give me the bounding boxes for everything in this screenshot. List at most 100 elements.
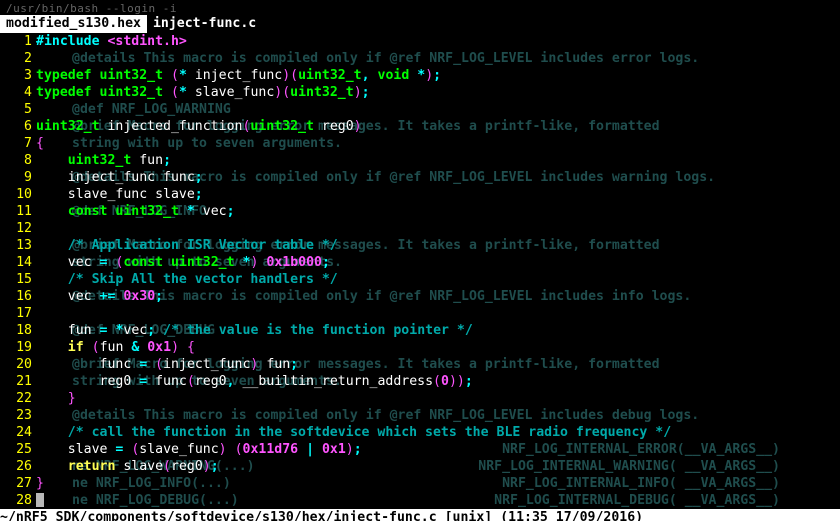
code-line[interactable]: 23@details This macro is compiled only i… (0, 407, 840, 424)
code-line[interactable]: 3typedef uint32_t (* inject_func)(uint32… (0, 67, 840, 84)
code-content[interactable]: @details This macro is compiled only if … (36, 288, 840, 305)
code-line[interactable]: 11@def NRF_LOG_INFO const uint32_t * vec… (0, 203, 840, 220)
code-content[interactable]: slave_func slave; (36, 186, 840, 203)
token-paren: )) (449, 374, 465, 389)
token-punc: * (179, 85, 187, 100)
code-content[interactable]: NRF_LOG_INTERNAL_ERROR(__VA_ARGS__) slav… (36, 441, 840, 458)
token-punc: += (100, 289, 116, 304)
code-line[interactable]: 27ne NRF_LOG_INFO(...)NRF_LOG_INTERNAL_I… (0, 475, 840, 492)
code-line[interactable]: 14string with up to seven arguments. vec… (0, 254, 840, 271)
token-ident (36, 391, 68, 406)
token-paren: )( (274, 85, 290, 100)
gutter-line-number: 16 (0, 288, 36, 305)
token-type: uint32_t (171, 255, 235, 270)
token-punc: ; (211, 459, 219, 474)
code-line[interactable]: 7string with up to seven arguments.{ (0, 135, 840, 152)
token-punc: ; (195, 187, 203, 202)
code-content[interactable] (36, 305, 840, 322)
token-ident: vec (36, 255, 100, 270)
code-content[interactable]: @details This macro is compiled only if … (36, 50, 840, 67)
token-ident: fun (131, 153, 163, 168)
code-content[interactable]: @details This macro is compiled only if … (36, 407, 840, 424)
code-content[interactable]: uint32_t fun; (36, 152, 840, 169)
token-paren: } (68, 391, 76, 406)
code-content[interactable]: #include <stdint.h> (36, 33, 840, 50)
token-paren: ) (354, 85, 362, 100)
token-ident: fun (258, 357, 290, 372)
code-content[interactable]: /* Skip All the vector handlers */ (36, 271, 840, 288)
code-line[interactable]: 5@def NRF_LOG_WARNING (0, 101, 840, 118)
code-content[interactable]: @brief Macro for logging error messages.… (36, 356, 840, 373)
code-content[interactable]: @brief Macro for logging error messages.… (36, 237, 840, 254)
code-line[interactable]: 15 /* Skip All the vector handlers */ (0, 271, 840, 288)
code-line[interactable]: 16@details This macro is compiled only i… (0, 288, 840, 305)
code-content[interactable]: } (36, 390, 840, 407)
token-comment: /* the value is the function pointer */ (163, 323, 473, 338)
code-line[interactable]: 25NRF_LOG_INTERNAL_ERROR(__VA_ARGS__) sl… (0, 441, 840, 458)
code-line[interactable]: 24 /* call the function in the softdevic… (0, 424, 840, 441)
ghost-text-right: NRF_LOG_INTERNAL_WARNING( __VA_ARGS__) (478, 458, 780, 475)
token-comment: /* Application ISR Vector table */ (68, 238, 338, 253)
code-content[interactable]: ne NRF_LOG_DEBUG(...)NRF_LOG_INTERNAL_DE… (36, 492, 840, 509)
token-ident: slave (36, 442, 115, 457)
tab-modified-s130-hex[interactable]: modified_s130.hex (0, 15, 147, 33)
token-ident (155, 323, 163, 338)
code-content[interactable]: if (fun & 0x1) { (36, 339, 840, 356)
token-punc: ; (155, 289, 163, 304)
token-paren: ) (354, 119, 362, 134)
tab-inject-func-c[interactable]: inject-func.c (147, 15, 262, 33)
code-line[interactable]: 12 (0, 220, 840, 237)
code-content[interactable]: string with up to seven arguments. reg0 … (36, 373, 840, 390)
code-line[interactable]: 22 } (0, 390, 840, 407)
code-line[interactable]: 6@brief Macro for logging error messages… (0, 118, 840, 135)
code-line[interactable]: 13@brief Macro for logging error message… (0, 237, 840, 254)
token-keyword: if (68, 340, 84, 355)
code-content[interactable]: typedef uint32_t (* inject_func)(uint32_… (36, 67, 840, 84)
code-line[interactable]: 8 uint32_t fun; (0, 152, 840, 169)
code-content[interactable]: typedef uint32_t (* slave_func)(uint32_t… (36, 84, 840, 101)
token-ident: injected_function (100, 119, 243, 134)
gutter-line-number: 27 (0, 475, 36, 492)
token-str: <stdint.h> (107, 34, 186, 49)
code-content[interactable]: /* call the function in the softdevice w… (36, 424, 840, 441)
token-ident (179, 204, 187, 219)
code-line[interactable]: 10 slave_func slave; (0, 186, 840, 203)
code-content[interactable] (36, 220, 840, 237)
code-line[interactable]: 9@details This macro is compiled only if… (0, 169, 840, 186)
token-ident (36, 238, 68, 253)
token-type: uint32_t (100, 68, 164, 83)
code-line[interactable]: 1#include <stdint.h> (0, 33, 840, 50)
code-line[interactable]: 28ne NRF_LOG_DEBUG(...)NRF_LOG_INTERNAL_… (0, 492, 840, 509)
code-line[interactable]: 2@details This macro is compiled only if… (0, 50, 840, 67)
code-content[interactable]: @def NRF_LOG_WARNING (36, 101, 840, 118)
tab-bar[interactable]: modified_s130.hexinject-func.c (0, 15, 840, 33)
token-ident: vec (123, 323, 147, 338)
token-ident (163, 255, 171, 270)
token-paren: ) (425, 68, 433, 83)
gutter-line-number: 3 (0, 67, 36, 84)
token-punc: * (187, 204, 195, 219)
token-ident: vec (195, 204, 227, 219)
code-line[interactable]: 26ne NRF_LOG_WARNING(...)NRF_LOG_INTERNA… (0, 458, 840, 475)
code-content[interactable]: @brief Macro for logging error messages.… (36, 118, 840, 135)
code-content[interactable]: @def NRF_LOG_INFO const uint32_t * vec; (36, 203, 840, 220)
code-area[interactable]: 1#include <stdint.h>2@details This macro… (0, 33, 840, 509)
code-line[interactable]: 21string with up to seven arguments. reg… (0, 373, 840, 390)
code-line[interactable]: 18@def NRF_LOG_DEBUG fun = *vec; /* the … (0, 322, 840, 339)
gutter-line-number: 19 (0, 339, 36, 356)
code-content[interactable]: string with up to seven arguments.{ (36, 135, 840, 152)
code-line[interactable]: 4typedef uint32_t (* slave_func)(uint32_… (0, 84, 840, 101)
code-line[interactable]: 17 (0, 305, 840, 322)
code-line[interactable]: 19 if (fun & 0x1) { (0, 339, 840, 356)
token-punc: ; (163, 153, 171, 168)
code-content[interactable]: string with up to seven arguments. vec =… (36, 254, 840, 271)
token-punc: ; (147, 323, 155, 338)
code-content[interactable]: ne NRF_LOG_WARNING(...)NRF_LOG_INTERNAL_… (36, 458, 840, 475)
token-num: 0x1b000 (266, 255, 322, 270)
code-line[interactable]: 20@brief Macro for logging error message… (0, 356, 840, 373)
token-ident (227, 442, 235, 457)
code-content[interactable]: @details This macro is compiled only if … (36, 169, 840, 186)
code-content[interactable]: @def NRF_LOG_DEBUG fun = *vec; /* the va… (36, 322, 840, 339)
code-content[interactable]: ne NRF_LOG_INFO(...)NRF_LOG_INTERNAL_INF… (36, 475, 840, 492)
token-paren: { (36, 136, 44, 151)
